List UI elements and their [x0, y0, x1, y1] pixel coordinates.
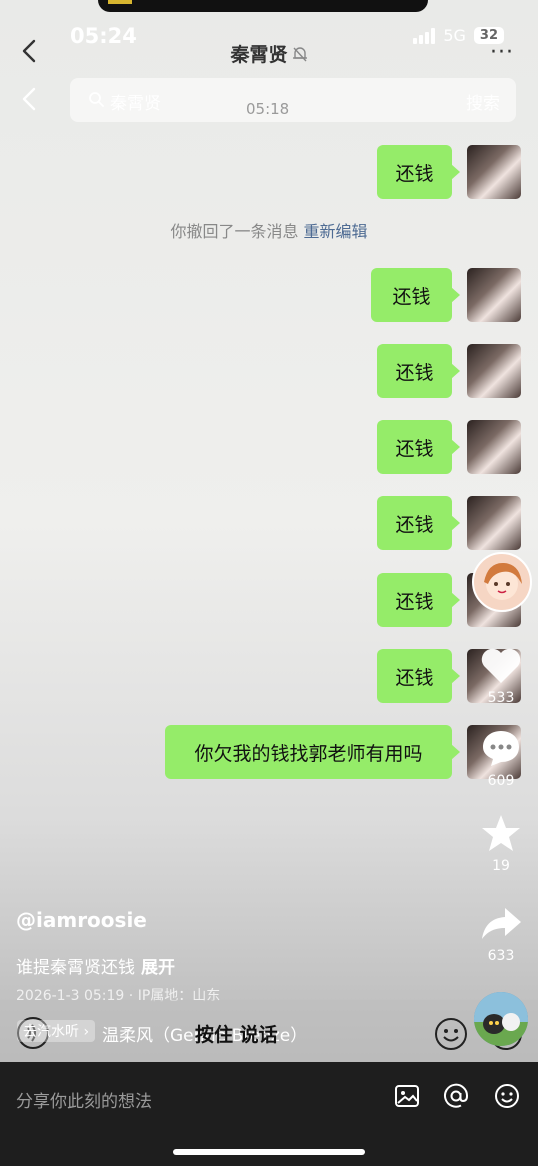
search-button[interactable]: 搜索 [466, 89, 500, 114]
camera-notch [98, 0, 428, 12]
search-timestamp: 05:18 [246, 100, 290, 118]
favorite-count: 19 [492, 858, 510, 874]
mute-bell-icon [292, 46, 308, 68]
recall-notice: 你撤回了一条消息 重新编辑 [0, 218, 538, 242]
re-edit-link[interactable]: 重新编辑 [304, 222, 368, 241]
message-bubble[interactable]: 还钱 [377, 573, 460, 627]
message-bubble[interactable]: 还钱 [377, 649, 460, 703]
message-bubble[interactable]: 你欠我的钱找郭老师有用吗 [165, 725, 460, 779]
message-bubble[interactable]: 还钱 [377, 344, 460, 398]
heart-icon [481, 648, 521, 683]
comment-button[interactable]: 609 [472, 727, 530, 789]
favorite-button[interactable]: 19 [472, 812, 530, 874]
comment-count: 609 [487, 773, 515, 789]
hold-to-talk-button[interactable]: 按住 说话 [195, 1020, 278, 1047]
expand-link[interactable]: 展开 [141, 958, 175, 978]
post-description: 谁提秦霄贤还钱 展开 [16, 953, 175, 978]
share-icon [482, 908, 521, 939]
music-disc-icon[interactable] [474, 992, 528, 1046]
comment-icon [483, 731, 519, 766]
like-button[interactable]: 533 [472, 646, 530, 706]
chat-title-text: 秦霄贤 [230, 44, 288, 66]
share-count: 633 [487, 948, 515, 964]
comment-input[interactable]: 分享你此刻的想法 [16, 1087, 152, 1112]
search-input[interactable]: 秦霄贤 [110, 89, 161, 114]
search-bar[interactable]: 秦霄贤 05:18 搜索 [70, 78, 516, 122]
avatar[interactable] [467, 420, 521, 474]
star-icon [482, 815, 520, 851]
home-indicator [173, 1149, 365, 1155]
more-options-icon[interactable]: ··· [490, 40, 514, 65]
privacy-indicator [108, 0, 132, 4]
like-count: 533 [487, 690, 515, 706]
message-bubble[interactable]: 还钱 [377, 420, 460, 474]
author-handle[interactable]: @iamroosie [16, 908, 147, 932]
mention-icon[interactable] [443, 1083, 469, 1113]
emoji-picker-icon[interactable] [494, 1083, 520, 1113]
share-button[interactable]: 633 [472, 904, 530, 964]
chat-title: 秦霄贤 [0, 40, 538, 68]
search-icon [88, 91, 104, 111]
recall-text: 你撤回了一条消息 [170, 222, 299, 241]
description-text: 谁提秦霄贤还钱 [16, 958, 135, 978]
avatar[interactable] [467, 145, 521, 199]
image-icon[interactable] [394, 1083, 420, 1113]
emoji-icon[interactable] [433, 1016, 469, 1056]
music-app-link[interactable]: 去汽水听 › [17, 1020, 96, 1042]
creator-avatar[interactable] [472, 552, 532, 612]
message-bubble[interactable]: 还钱 [377, 496, 460, 550]
avatar[interactable] [467, 268, 521, 322]
message-bubble[interactable]: 还钱 [371, 268, 460, 322]
search-back-icon[interactable] [18, 86, 42, 112]
message-bubble[interactable]: 还钱 [377, 145, 460, 199]
avatar[interactable] [467, 496, 521, 550]
avatar[interactable] [467, 344, 521, 398]
